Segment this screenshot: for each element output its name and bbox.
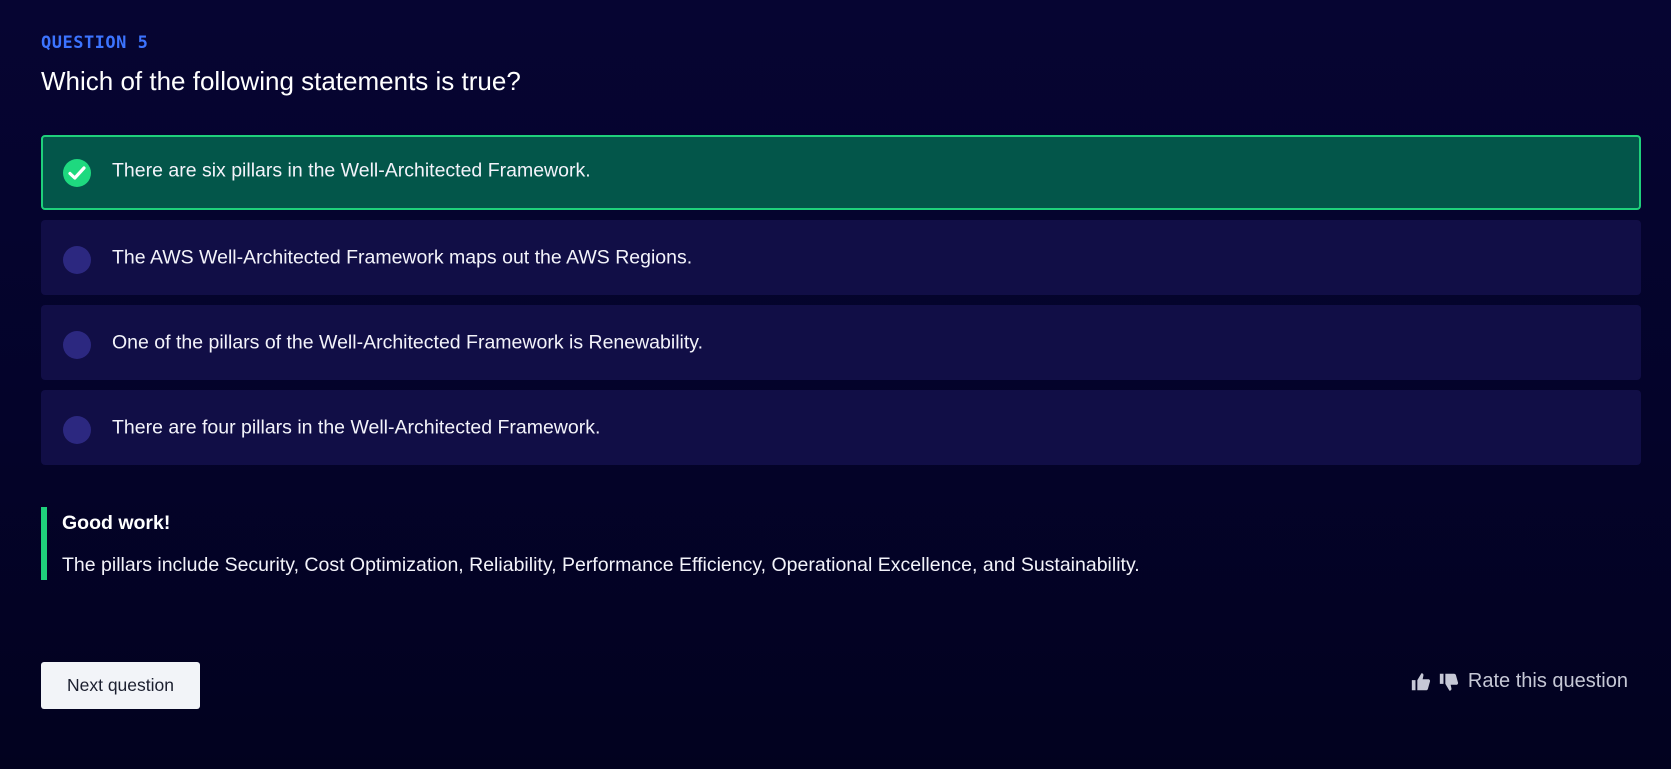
answer-option-3[interactable]: One of the pillars of the Well-Architect… [41,305,1641,380]
answer-option-1[interactable]: There are six pillars in the Well-Archit… [41,135,1641,210]
feedback-explanation: The pillars include Security, Cost Optim… [62,554,1140,576]
answer-option-text: There are four pillars in the Well-Archi… [112,416,601,438]
radio-circle-icon [63,245,91,274]
question-number-label: QUESTION 5 [41,33,149,53]
rate-question-label[interactable]: Rate this question [1468,670,1628,693]
radio-circle-icon [63,415,91,444]
answer-option-text: There are six pillars in the Well-Archit… [112,159,591,181]
question-text: Which of the following statements is tru… [41,66,521,96]
answer-option-text: One of the pillars of the Well-Architect… [112,331,704,353]
answer-option-2[interactable]: The AWS Well-Architected Framework maps … [41,220,1641,295]
feedback-title: Good work! [62,512,171,534]
thumbs-down-icon[interactable] [1438,671,1460,693]
thumbs-up-icon[interactable] [1410,671,1432,693]
answer-options-list: There are six pillars in the Well-Archit… [41,135,1641,475]
rate-question-controls: Rate this question [1410,670,1628,693]
feedback-callout: Good work! The pillars include Security,… [41,507,1140,580]
next-question-button[interactable]: Next question [41,662,200,709]
radio-circle-icon [63,330,91,359]
answer-option-4[interactable]: There are four pillars in the Well-Archi… [41,390,1641,465]
check-circle-icon [63,158,91,187]
answer-option-text: The AWS Well-Architected Framework maps … [112,246,693,268]
